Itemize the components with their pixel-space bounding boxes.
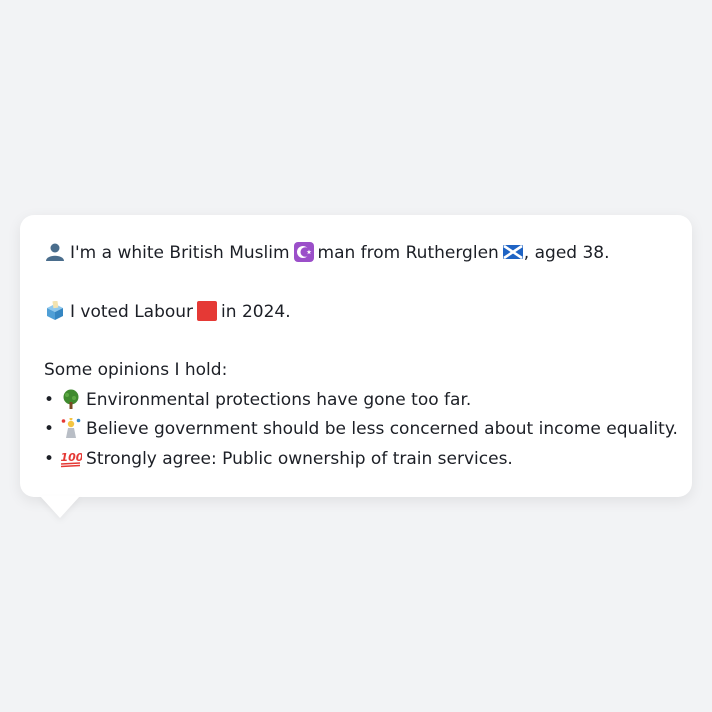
opinion-item: • 100 Strongly agree: Public ownership o…: [44, 445, 668, 475]
opinion-item: • Environmental protections have gone to…: [44, 386, 668, 416]
bullet: •: [44, 419, 55, 439]
hundred-points-icon: 100: [61, 451, 83, 467]
bust-in-silhouette-icon: [46, 243, 64, 261]
intro-text-part2: man from Rutherglen: [317, 243, 499, 263]
bubble-tail: [40, 496, 80, 518]
scotland-flag-icon: [502, 244, 523, 260]
bullet: •: [44, 448, 55, 469]
persona-message-bubble: I'm a white British Muslim man from Ruth…: [20, 215, 692, 497]
tree-icon: [63, 389, 79, 409]
star-and-crescent-icon: [293, 242, 314, 262]
ballot-box-icon: [47, 300, 63, 320]
opinions-heading: Some opinions I hold:: [44, 360, 228, 380]
vote-text-part2: in 2024.: [221, 301, 291, 322]
vote-text-part1: I voted Labour: [70, 301, 194, 322]
intro-text-part3: , aged 38.: [523, 243, 610, 263]
red-square-icon: [197, 300, 218, 321]
person-juggling-icon: [61, 418, 81, 438]
opinion-text: Environmental protections have gone too …: [86, 389, 472, 410]
bullet: •: [44, 389, 55, 410]
svg-text:100: 100: [61, 451, 83, 464]
opinion-text: Believe government should be less concer…: [86, 419, 678, 439]
opinion-text: Strongly agree: Public ownership of trai…: [86, 448, 513, 469]
persona-intro-line: I'm a white British Muslim man from Ruth…: [44, 239, 668, 269]
opinion-item: • Believe government should be less conc…: [44, 415, 678, 445]
vote-line: I voted Labour in 2024.: [44, 298, 668, 328]
intro-text-part1: I'm a white British Muslim: [70, 243, 290, 263]
